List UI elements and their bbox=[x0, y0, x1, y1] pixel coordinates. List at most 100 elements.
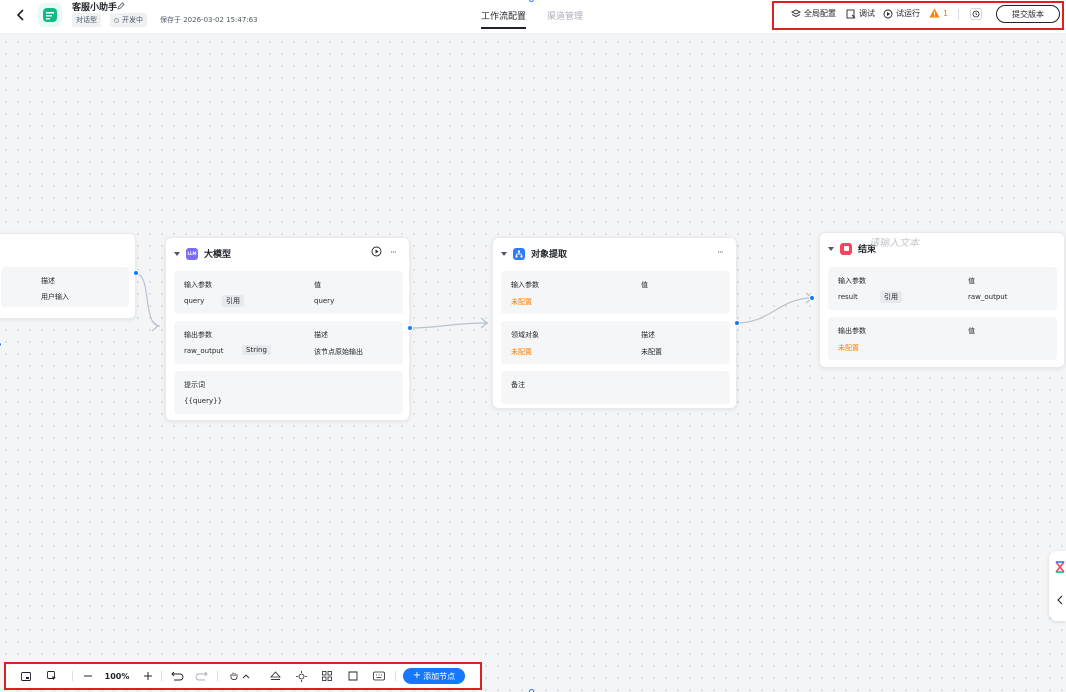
start-output-port[interactable] bbox=[133, 270, 139, 276]
extract-desc-unset: 未配置 bbox=[641, 348, 662, 356]
llm-input-param: query bbox=[184, 297, 205, 305]
start-node[interactable]: 描述 用户输入 bbox=[0, 233, 136, 319]
end-node[interactable]: 结束 输入参数 值 result 引用 raw_output 输出参数 值 未配… bbox=[819, 232, 1065, 368]
layout-button[interactable] bbox=[321, 670, 333, 682]
grid-icon bbox=[322, 671, 332, 681]
extract-remark-section: 备注 bbox=[501, 371, 730, 404]
chevron-left-icon[interactable] bbox=[1057, 595, 1063, 605]
more-icon[interactable]: ··· bbox=[390, 248, 397, 258]
edge-arrow bbox=[151, 320, 159, 332]
llm-node-title: 大模型 bbox=[204, 250, 232, 260]
llm-output-port[interactable] bbox=[407, 325, 413, 331]
extract-remark-label: 备注 bbox=[511, 381, 525, 389]
llm-icon-text: LLM bbox=[187, 251, 197, 256]
minimap-icon bbox=[21, 671, 31, 681]
end-input-value: raw_output bbox=[968, 293, 1008, 301]
locate-button[interactable] bbox=[295, 670, 307, 682]
llm-node[interactable]: LLM 大模型 ··· 输入参数 值 query 引用 query 输出参数 描… bbox=[165, 237, 410, 421]
more-icon[interactable]: ··· bbox=[717, 248, 724, 258]
frame-icon bbox=[348, 671, 358, 681]
stop-icon bbox=[840, 242, 852, 255]
assistant-icon[interactable] bbox=[1055, 561, 1065, 573]
side-panel-widget[interactable] bbox=[1049, 551, 1066, 621]
start-desc-value: 用户输入 bbox=[41, 293, 69, 301]
plus-icon: + bbox=[412, 670, 422, 681]
add-node-button[interactable]: + 添加节点 bbox=[403, 668, 465, 684]
collapse-caret-icon[interactable] bbox=[501, 251, 507, 256]
extract-domain-section: 领域对象 描述 未配置 未配置 bbox=[501, 321, 730, 364]
edge-llm-extract bbox=[409, 322, 489, 329]
extract-domain-unset: 未配置 bbox=[511, 348, 532, 356]
end-input-param: result bbox=[838, 293, 858, 301]
eraser-button[interactable] bbox=[269, 670, 281, 682]
divider bbox=[161, 671, 162, 681]
end-output-col-value: 值 bbox=[968, 327, 975, 335]
bottom-toolbar: 100% + 添加节点 bbox=[4, 662, 482, 690]
end-input-section: 输入参数 值 result 引用 raw_output bbox=[828, 267, 1057, 310]
hand-icon bbox=[230, 672, 250, 681]
llm-output-col-desc: 描述 bbox=[314, 331, 328, 339]
zoom-level[interactable]: 100% bbox=[102, 670, 132, 682]
llm-prompt-value: {{query}} bbox=[184, 397, 223, 405]
extract-input-col-value: 值 bbox=[641, 281, 648, 289]
zoom-out-button[interactable] bbox=[82, 670, 94, 682]
keyboard-icon bbox=[373, 671, 385, 681]
pointer-icon bbox=[47, 671, 56, 681]
select-mode-button[interactable] bbox=[46, 670, 58, 682]
end-input-col-param: 输入参数 bbox=[838, 277, 866, 285]
end-output-col-param: 输出参数 bbox=[838, 327, 866, 335]
zoom-in-button[interactable] bbox=[142, 670, 154, 682]
divider bbox=[217, 671, 218, 681]
extract-node-title: 对象提取 bbox=[531, 250, 568, 260]
locate-icon bbox=[295, 670, 307, 682]
extract-col-domain: 领域对象 bbox=[511, 331, 539, 339]
extract-input-section: 输入参数 值 未配置 bbox=[501, 271, 730, 314]
llm-input-col-value: 值 bbox=[314, 281, 321, 289]
llm-prompt-label: 提示词 bbox=[184, 381, 205, 389]
redo-button[interactable] bbox=[194, 670, 208, 682]
extract-node[interactable]: 对象提取 ··· 输入参数 值 未配置 领域对象 描述 未配置 未配置 备注 bbox=[492, 237, 737, 409]
edge-extract-end bbox=[736, 297, 813, 324]
collapse-caret-icon[interactable] bbox=[174, 251, 180, 256]
llm-output-type: String bbox=[242, 345, 271, 355]
add-node-label: 添加节点 bbox=[423, 671, 456, 681]
extract-col-desc: 描述 bbox=[641, 331, 655, 339]
end-input-col-value: 值 bbox=[968, 277, 975, 285]
divider bbox=[395, 671, 396, 681]
redo-icon bbox=[195, 671, 208, 681]
run-node-icon[interactable] bbox=[371, 246, 382, 257]
llm-input-section: 输入参数 值 query 引用 query bbox=[174, 271, 403, 314]
frame-button[interactable] bbox=[347, 670, 359, 682]
llm-output-param: raw_output bbox=[184, 347, 224, 355]
llm-output-section: 输出参数 描述 raw_output String 该节点原始输出 bbox=[174, 321, 403, 364]
undo-button[interactable] bbox=[170, 670, 184, 682]
end-input-port[interactable] bbox=[809, 295, 815, 301]
zoom-out-icon bbox=[84, 675, 92, 677]
extract-node-header: 对象提取 bbox=[501, 247, 567, 260]
llm-output-desc: 该节点原始输出 bbox=[314, 348, 363, 356]
text-placeholder[interactable]: 请输入文本 bbox=[869, 234, 919, 249]
extract-output-port[interactable] bbox=[734, 320, 740, 326]
llm-icon: LLM bbox=[186, 247, 198, 260]
llm-input-value: query bbox=[314, 297, 335, 305]
undo-icon bbox=[170, 671, 183, 681]
zoom-in-icon bbox=[144, 672, 152, 680]
hand-tool-button[interactable] bbox=[228, 670, 252, 682]
start-output-section: 描述 用户输入 bbox=[1, 267, 129, 307]
end-input-tag: 引用 bbox=[880, 291, 902, 303]
llm-output-col-param: 输出参数 bbox=[184, 331, 212, 339]
edge-start-llm bbox=[135, 273, 161, 327]
divider bbox=[72, 671, 73, 681]
end-output-section: 输出参数 值 未配置 bbox=[828, 317, 1057, 360]
llm-input-col-param: 输入参数 bbox=[184, 281, 212, 289]
start-col-desc: 描述 bbox=[41, 277, 55, 285]
hierarchy-icon bbox=[513, 247, 525, 260]
eraser-icon bbox=[269, 671, 281, 680]
shortcuts-button[interactable] bbox=[372, 670, 386, 682]
llm-prompt-section: 提示词 {{query}} bbox=[174, 371, 403, 414]
extract-input-col-param: 输入参数 bbox=[511, 281, 539, 289]
collapse-caret-icon[interactable] bbox=[828, 246, 834, 251]
extract-input-unset: 未配置 bbox=[511, 298, 532, 306]
llm-input-tag: 引用 bbox=[222, 295, 244, 307]
minimap-button[interactable] bbox=[20, 670, 32, 682]
